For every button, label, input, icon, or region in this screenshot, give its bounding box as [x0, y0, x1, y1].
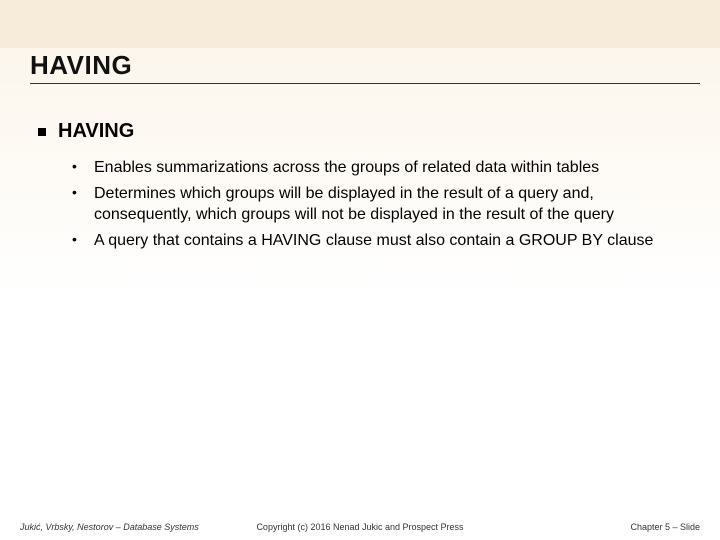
- footer-center: Copyright (c) 2016 Nenad Jukic and Prosp…: [0, 522, 720, 532]
- title-container: HAVING: [30, 50, 700, 84]
- list-item: Determines which groups will be displaye…: [72, 183, 690, 226]
- slide-body: HAVING Enables summarizations across the…: [38, 120, 690, 255]
- list-item: Enables summarizations across the groups…: [72, 157, 690, 179]
- list-item: A query that contains a HAVING clause mu…: [72, 230, 690, 252]
- footer-right: Chapter 5 – Slide: [630, 522, 700, 532]
- section-heading: HAVING: [58, 120, 134, 143]
- slide-footer: Jukić, Vrbsky, Nestorov – Database Syste…: [0, 514, 720, 534]
- section-header: HAVING: [38, 120, 690, 143]
- slide: HAVING HAVING Enables summarizations acr…: [0, 0, 720, 540]
- bullet-list: Enables summarizations across the groups…: [72, 157, 690, 251]
- slide-title: HAVING: [30, 50, 700, 81]
- square-bullet-icon: [38, 128, 46, 136]
